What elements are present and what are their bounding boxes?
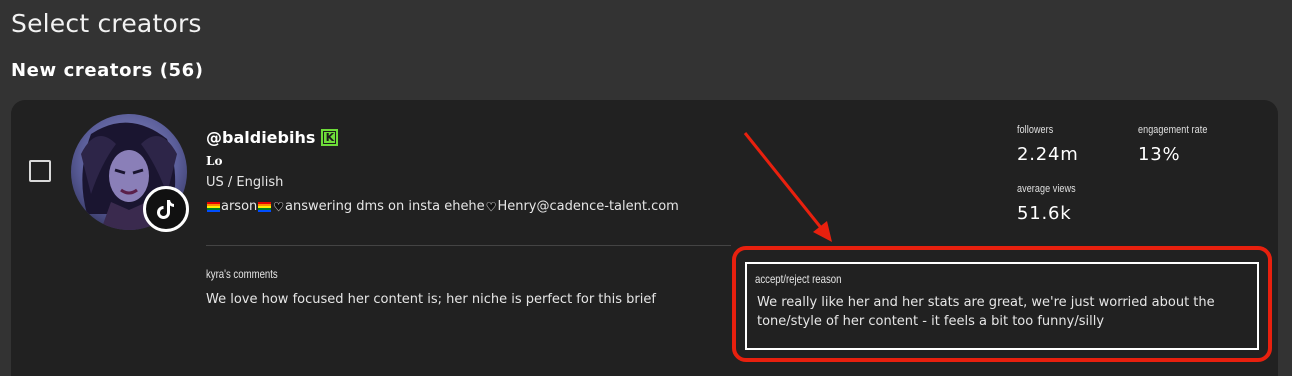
creator-bio: arson ♥ answering dms on insta ehehe ♥ H…	[206, 199, 679, 214]
rainbow-flag-icon	[258, 201, 272, 212]
followers-label: followers	[1017, 124, 1054, 136]
verified-badge: K	[321, 129, 339, 146]
section-title: New creators (56)	[11, 60, 204, 81]
creator-handle[interactable]: @baldiebihs	[206, 128, 315, 147]
comments-label: kyra's comments	[206, 267, 278, 281]
creator-location: US / English	[206, 175, 284, 190]
divider	[206, 245, 731, 246]
black-heart-icon: ♥	[485, 199, 497, 214]
average-views-value: 51.6k	[1017, 203, 1072, 224]
engagement-rate-value: 13%	[1138, 144, 1181, 165]
creator-display-name: Lo	[206, 154, 223, 168]
average-views-label: average views	[1017, 183, 1076, 195]
comments-text: We love how focused her content is; her …	[206, 292, 656, 307]
engagement-rate-label: engagement rate	[1138, 124, 1208, 136]
select-creator-checkbox[interactable]	[29, 160, 51, 182]
page-title: Select creators	[11, 9, 202, 38]
rainbow-flag-icon	[207, 201, 220, 212]
annotation-highlight	[732, 246, 1272, 362]
black-heart-icon: ♥	[273, 199, 285, 214]
tiktok-icon	[143, 186, 189, 232]
followers-value: 2.24m	[1017, 144, 1079, 165]
